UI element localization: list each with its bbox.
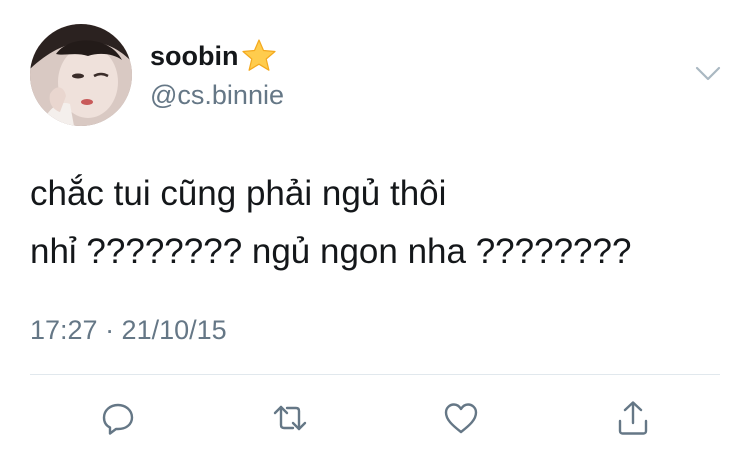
display-name-text: soobin [150, 40, 239, 71]
reply-button[interactable] [96, 396, 140, 440]
tweet-text: chắc tui cũng phải ngủ thôi nhỉ ????????… [30, 165, 720, 281]
reply-icon [102, 403, 134, 435]
timestamp[interactable]: 17:27 · 21/10/15 [30, 315, 227, 346]
chevron-down-icon[interactable] [694, 64, 722, 84]
like-button[interactable] [439, 396, 483, 440]
star-emoji-icon [241, 39, 276, 71]
share-button[interactable] [611, 396, 655, 440]
share-icon [618, 401, 648, 435]
avatar-photo [30, 24, 132, 126]
retweet-icon [273, 405, 307, 431]
tweet-card: soobin @cs.binnie chắc tui cũng phải ngủ… [0, 0, 750, 461]
tweet-text-line-1: chắc tui cũng phải ngủ thôi [30, 174, 447, 213]
avatar[interactable] [30, 24, 132, 126]
heart-icon [444, 403, 478, 434]
display-name[interactable]: soobin [150, 39, 277, 72]
user-handle[interactable]: @cs.binnie [150, 80, 284, 111]
retweet-button[interactable] [268, 396, 312, 440]
tweet-text-line-2: nhỉ ???????? ngủ ngon nha ???????? [30, 232, 632, 271]
divider [30, 374, 720, 375]
